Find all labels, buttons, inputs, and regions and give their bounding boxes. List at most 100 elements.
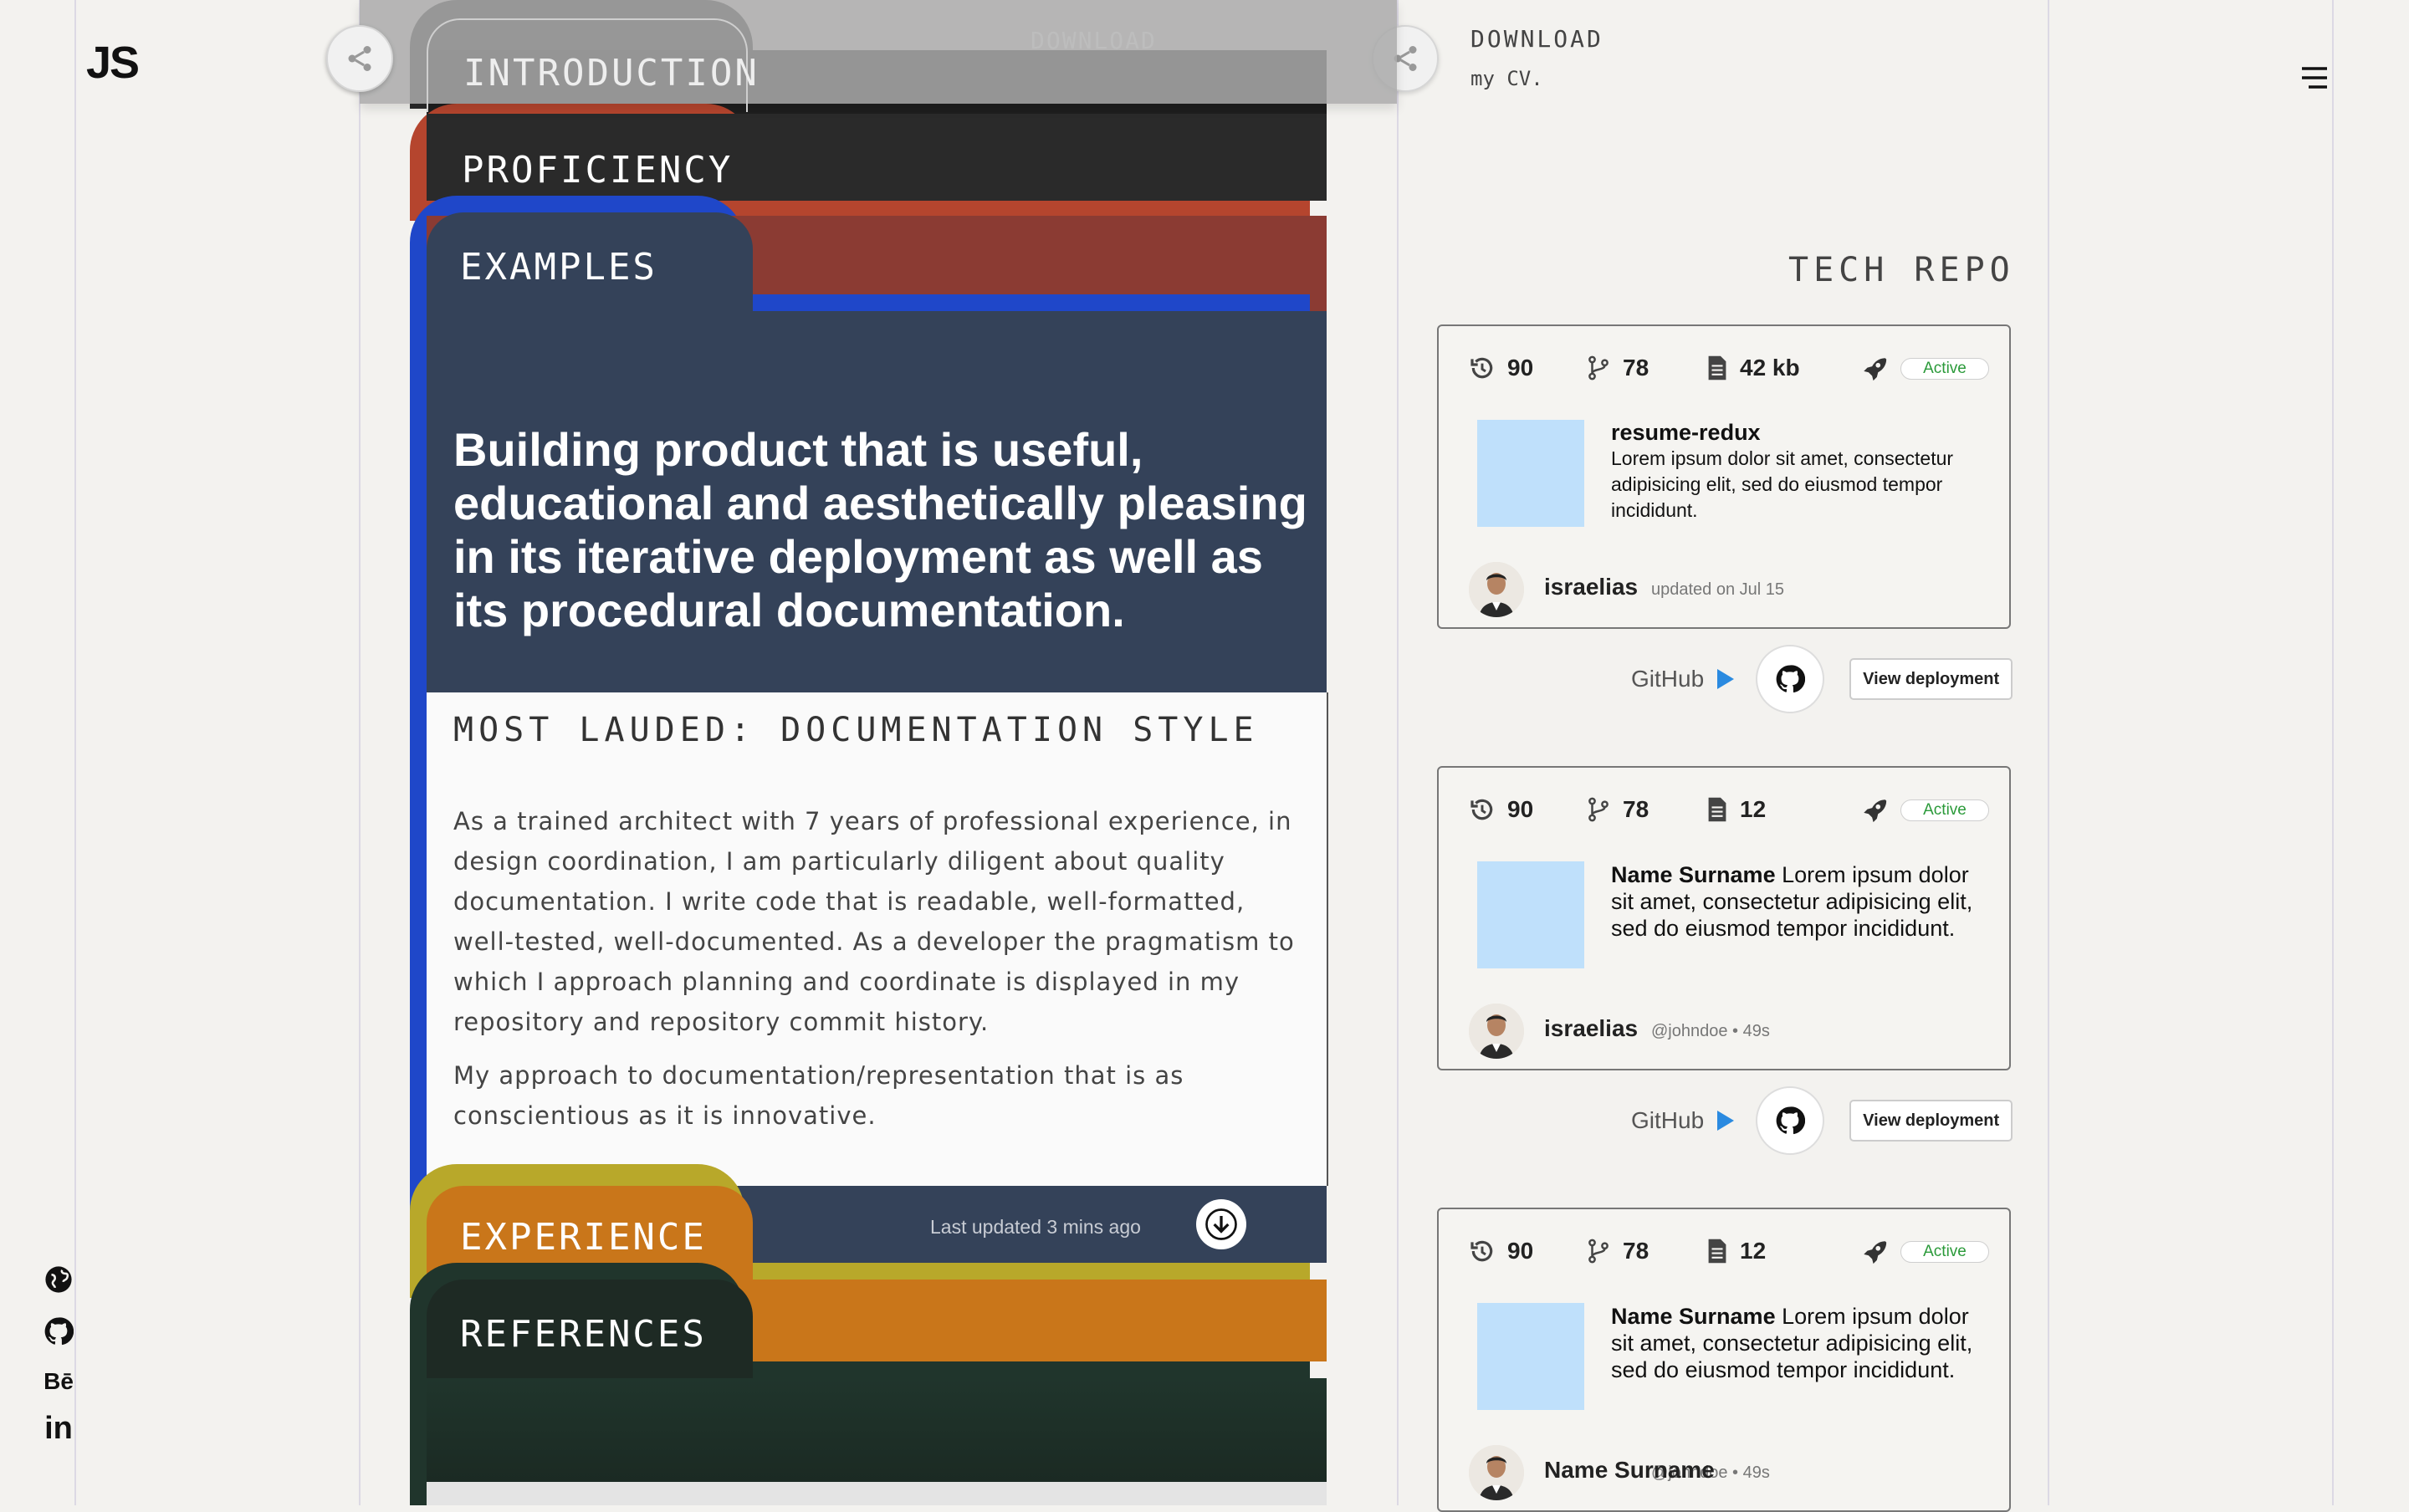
- share-button-overlay[interactable]: [326, 25, 393, 92]
- repo-info: resume-redux Lorem ipsum dolor sit amet,…: [1611, 420, 1979, 524]
- commits-stat: 90: [1469, 355, 1533, 381]
- branches-stat: 78: [1586, 355, 1649, 381]
- play-icon: [1717, 669, 1735, 689]
- repo-meta: @johndoe • 49s: [1651, 1022, 1770, 1040]
- history-icon: [1470, 799, 1493, 820]
- repo-name[interactable]: Name Surname: [1611, 862, 1776, 887]
- hamburger-icon: [2302, 67, 2327, 89]
- layout-guide: [1397, 0, 1399, 1505]
- references-panel: [427, 1378, 1327, 1482]
- repo-size: 12: [1740, 796, 1767, 822]
- branches-stat: 78: [1586, 1238, 1649, 1264]
- branches-count: 78: [1623, 1238, 1649, 1264]
- commits-stat: 90: [1469, 796, 1533, 823]
- repo-card: 90 78 12 Active Name Surname Lorem ipsum…: [1437, 766, 2011, 1070]
- repo-size: 42 kb: [1740, 355, 1800, 381]
- repo-username[interactable]: israelias: [1544, 574, 1638, 600]
- tab-examples[interactable]: EXAMPLES: [460, 246, 657, 289]
- tab-experience[interactable]: EXPERIENCE: [460, 1216, 707, 1259]
- tab-proficiency[interactable]: PROFICIENCY: [462, 149, 733, 192]
- repo-thumbnail: [1477, 1303, 1584, 1410]
- repo-username[interactable]: israelias: [1544, 1015, 1638, 1042]
- github-icon: [1776, 665, 1806, 693]
- rocket-stat: [1860, 1238, 1889, 1266]
- rocket-stat: [1860, 355, 1889, 383]
- repo-name[interactable]: resume-redux: [1611, 420, 1979, 446]
- branch-icon: [1588, 355, 1609, 381]
- view-deployment-button[interactable]: View deployment: [1849, 1100, 2013, 1142]
- download-subtitle[interactable]: my CV.: [1470, 67, 1543, 90]
- download-button[interactable]: [1196, 1199, 1246, 1249]
- repo-info: Name Surname Lorem ipsum dolor sit amet,…: [1611, 1303, 1979, 1383]
- github-icon[interactable]: [40, 1313, 77, 1350]
- repo-meta: updated on Jul 15: [1651, 580, 1785, 599]
- examples-paragraph-2: My approach to documentation/representat…: [453, 1061, 1184, 1130]
- behance-icon[interactable]: Bē: [40, 1363, 77, 1400]
- linkedin-icon[interactable]: in: [40, 1410, 77, 1447]
- rocket-icon: [1864, 358, 1887, 381]
- file-icon: [1708, 797, 1726, 822]
- commits-stat: 90: [1469, 1238, 1533, 1264]
- branches-stat: 78: [1586, 796, 1649, 823]
- commits-count: 90: [1507, 796, 1534, 822]
- repo-size: 12: [1740, 1238, 1767, 1264]
- repo-card: 90 78 12 Active Name Surname Lorem ipsum…: [1437, 1208, 2011, 1512]
- github-button[interactable]: [1756, 1086, 1825, 1155]
- download-title[interactable]: DOWNLOAD: [1470, 25, 1603, 53]
- avatar: [1469, 1445, 1524, 1500]
- size-stat: 42 kb: [1706, 355, 1800, 381]
- avatar: [1469, 1004, 1524, 1059]
- share-icon: [348, 46, 371, 71]
- size-stat: 12: [1706, 1238, 1766, 1264]
- repo-description: Lorem ipsum dolor sit amet, consectetur …: [1611, 447, 1954, 521]
- avatar: [1469, 562, 1524, 617]
- repo-thumbnail: [1477, 861, 1584, 968]
- status-badge: Active: [1900, 799, 1989, 821]
- branches-count: 78: [1623, 796, 1649, 822]
- branch-icon: [1588, 1239, 1609, 1264]
- download-ghost-label: DOWNLOAD: [1031, 27, 1157, 54]
- size-stat: 12: [1706, 796, 1766, 823]
- rocket-icon: [1864, 1241, 1887, 1264]
- branch-icon: [1588, 797, 1609, 822]
- play-icon: [1717, 1111, 1735, 1131]
- rocket-stat: [1860, 796, 1889, 825]
- last-updated: Last updated 3 mins ago: [930, 1216, 1141, 1238]
- menu-button[interactable]: [2300, 65, 2327, 94]
- tab-references[interactable]: REFERENCES: [460, 1313, 707, 1356]
- github-icon: [1776, 1106, 1806, 1135]
- layout-guide: [359, 0, 361, 1505]
- file-icon: [1708, 355, 1726, 381]
- examples-headline: Building product that is useful, educati…: [453, 423, 1307, 636]
- repo-actions: GitHub View deployment: [1631, 645, 2013, 713]
- history-icon: [1470, 1240, 1493, 1262]
- repo-name[interactable]: Name Surname: [1611, 1304, 1776, 1329]
- arrow-down-icon: [1205, 1208, 1237, 1240]
- github-label: GitHub: [1631, 666, 1705, 692]
- status-badge: Active: [1900, 358, 1989, 380]
- commits-count: 90: [1507, 1238, 1534, 1264]
- status-badge: Active: [1900, 1241, 1989, 1263]
- repo-username[interactable]: Name Surname: [1544, 1457, 1715, 1484]
- commits-count: 90: [1507, 355, 1534, 381]
- rocket-icon: [1864, 799, 1887, 823]
- layout-guide: [2332, 0, 2334, 1505]
- repo-thumbnail: [1477, 420, 1584, 527]
- repo-card: 90 78 42 kb Active resume-redux Lorem ip…: [1437, 324, 2011, 629]
- github-label: GitHub: [1631, 1107, 1705, 1133]
- tech-repo-title: TECH REPO: [1788, 251, 2015, 289]
- file-icon: [1708, 1239, 1726, 1264]
- repo-actions: GitHub View deployment: [1631, 1086, 2013, 1155]
- repo-info: Name Surname Lorem ipsum dolor sit amet,…: [1611, 861, 1979, 942]
- examples-paragraph-1: As a trained architect with 7 years of p…: [453, 807, 1295, 1036]
- logo[interactable]: JS: [86, 37, 140, 89]
- branches-count: 78: [1623, 355, 1649, 381]
- globe-icon[interactable]: [40, 1261, 77, 1298]
- history-icon: [1470, 357, 1493, 379]
- references-footer: [427, 1482, 1327, 1505]
- github-button[interactable]: [1756, 645, 1825, 713]
- layout-guide: [2048, 0, 2049, 1505]
- lauded-heading: MOST LAUDED: DOCUMENTATION STYLE: [453, 711, 1259, 749]
- tab-introduction[interactable]: INTRODUCTION: [463, 52, 760, 94]
- view-deployment-button[interactable]: View deployment: [1849, 658, 2013, 700]
